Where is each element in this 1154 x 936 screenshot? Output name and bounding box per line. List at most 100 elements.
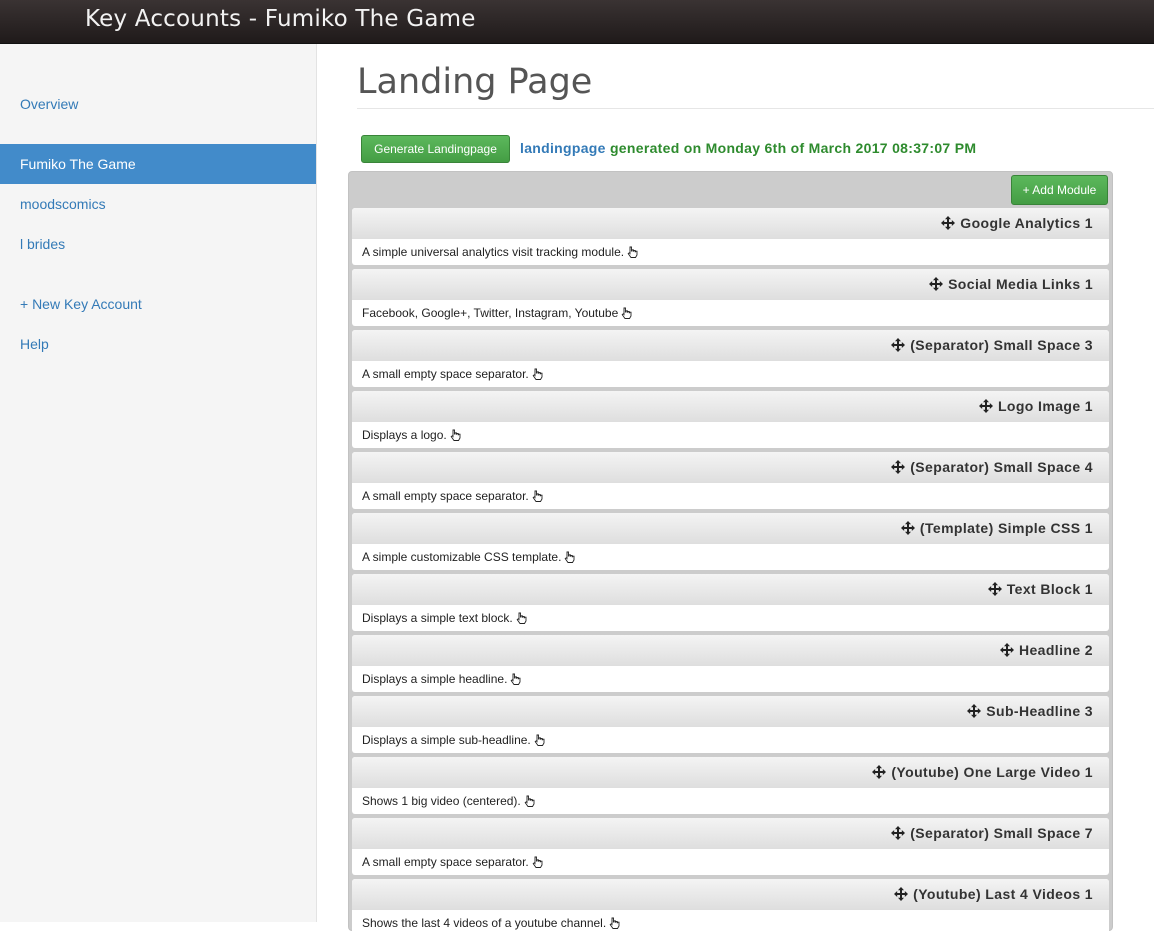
move-icon[interactable] bbox=[891, 826, 906, 840]
module-header[interactable]: (Separator) Small Space 3 bbox=[352, 330, 1109, 361]
module-title-text: Logo Image 1 bbox=[997, 398, 1093, 414]
pointing-hand-icon[interactable] bbox=[510, 668, 521, 685]
generate-landingpage-button[interactable]: Generate Landingpage bbox=[361, 135, 510, 163]
module-header[interactable]: (Separator) Small Space 4 bbox=[352, 452, 1109, 483]
module-card: (Youtube) One Large Video 1 Shows 1 big v… bbox=[352, 757, 1109, 814]
module-title-text: (Separator) Small Space 3 bbox=[910, 337, 1093, 353]
module-header[interactable]: Logo Image 1 bbox=[352, 391, 1109, 422]
module-title-text: (Separator) Small Space 4 bbox=[910, 459, 1093, 475]
module-title-text: Text Block 1 bbox=[1006, 581, 1093, 597]
module-title[interactable]: (Separator) Small Space 7 bbox=[891, 825, 1093, 841]
sidebar-item-new-key-account[interactable]: + New Key Account bbox=[0, 284, 316, 324]
module-title[interactable]: (Separator) Small Space 3 bbox=[891, 337, 1093, 353]
pointing-hand-icon[interactable] bbox=[532, 485, 543, 502]
module-description: A small empty space separator. bbox=[352, 361, 1109, 387]
module-header[interactable]: (Youtube) One Large Video 1 bbox=[352, 757, 1109, 788]
module-title-text: (Template) Simple CSS 1 bbox=[919, 520, 1093, 536]
module-description: Displays a simple text block. bbox=[352, 605, 1109, 631]
module-title-text: Social Media Links 1 bbox=[948, 276, 1093, 292]
landingpage-link[interactable]: landingpage bbox=[520, 140, 606, 156]
move-icon[interactable] bbox=[891, 460, 906, 474]
module-description-text: Facebook, Google+, Twitter, Instagram, Y… bbox=[362, 306, 619, 320]
sidebar-item-overview[interactable]: Overview bbox=[0, 84, 316, 124]
page-title: Landing Page bbox=[357, 62, 593, 102]
module-title[interactable]: (Template) Simple CSS 1 bbox=[900, 520, 1093, 536]
module-title[interactable]: Google Analytics 1 bbox=[941, 215, 1093, 231]
module-title[interactable]: Logo Image 1 bbox=[978, 398, 1093, 414]
move-icon[interactable] bbox=[872, 765, 887, 779]
move-icon[interactable] bbox=[987, 582, 1002, 596]
move-icon[interactable] bbox=[929, 277, 944, 291]
move-icon[interactable] bbox=[978, 399, 993, 413]
pointing-hand-icon[interactable] bbox=[524, 790, 535, 807]
move-icon[interactable] bbox=[967, 704, 982, 718]
move-icon[interactable] bbox=[894, 887, 909, 901]
module-description: Shows 1 big video (centered). bbox=[352, 788, 1109, 814]
module-description: A small empty space separator. bbox=[352, 849, 1109, 875]
module-card: (Template) Simple CSS 1 A simple customiz… bbox=[352, 513, 1109, 570]
move-icon[interactable] bbox=[891, 338, 906, 352]
top-navbar: Key Accounts - Fumiko The Game bbox=[0, 0, 1154, 44]
pointing-hand-icon[interactable] bbox=[532, 363, 543, 380]
module-list: + Add Module Google Analytics 1 A simple … bbox=[348, 171, 1113, 936]
module-description-text: A small empty space separator. bbox=[362, 489, 529, 503]
module-title[interactable]: Social Media Links 1 bbox=[929, 276, 1093, 292]
pointing-hand-icon[interactable] bbox=[564, 546, 575, 563]
pointing-hand-icon[interactable] bbox=[532, 851, 543, 868]
sidebar-item-moodscomics[interactable]: moodscomics bbox=[0, 184, 316, 224]
module-title[interactable]: (Separator) Small Space 4 bbox=[891, 459, 1093, 475]
module-title[interactable]: Sub-Headline 3 bbox=[967, 703, 1093, 719]
module-title[interactable]: (Youtube) Last 4 Videos 1 bbox=[894, 886, 1093, 902]
module-header[interactable]: Google Analytics 1 bbox=[352, 208, 1109, 239]
pointing-hand-icon[interactable] bbox=[609, 912, 620, 929]
sidebar-item-l-brides[interactable]: l brides bbox=[0, 224, 316, 264]
module-header[interactable]: (Youtube) Last 4 Videos 1 bbox=[352, 879, 1109, 910]
module-card: Text Block 1 Displays a simple text block… bbox=[352, 574, 1109, 631]
sidebar-item-fumiko-the-game[interactable]: Fumiko The Game bbox=[0, 144, 316, 184]
module-title-text: Google Analytics 1 bbox=[960, 215, 1093, 231]
add-module-button[interactable]: + Add Module bbox=[1011, 175, 1108, 205]
module-header[interactable]: Headline 2 bbox=[352, 635, 1109, 666]
pointing-hand-icon[interactable] bbox=[621, 302, 632, 319]
module-card: Google Analytics 1 A simple universal ana… bbox=[352, 208, 1109, 265]
module-description: Displays a logo. bbox=[352, 422, 1109, 448]
module-title[interactable]: (Youtube) One Large Video 1 bbox=[872, 764, 1093, 780]
module-card: (Youtube) Last 4 Videos 1 Shows the last … bbox=[352, 879, 1109, 936]
module-description-text: Displays a simple headline. bbox=[362, 672, 508, 686]
module-header[interactable]: (Template) Simple CSS 1 bbox=[352, 513, 1109, 544]
module-title[interactable]: Text Block 1 bbox=[987, 581, 1093, 597]
module-title-text: (Youtube) One Large Video 1 bbox=[891, 764, 1093, 780]
module-description-text: Shows the last 4 videos of a youtube cha… bbox=[362, 916, 607, 930]
move-icon[interactable] bbox=[941, 216, 956, 230]
pointing-hand-icon[interactable] bbox=[534, 729, 545, 746]
pointing-hand-icon[interactable] bbox=[627, 241, 638, 258]
module-description-text: Displays a simple text block. bbox=[362, 611, 513, 625]
pointing-hand-icon[interactable] bbox=[450, 424, 461, 441]
module-card: Sub-Headline 3 Displays a simple sub-head… bbox=[352, 696, 1109, 753]
module-description-text: A small empty space separator. bbox=[362, 855, 529, 869]
main-content: Landing Page Generate Landingpage landin… bbox=[317, 44, 1154, 936]
sidebar-item-help[interactable]: Help bbox=[0, 324, 316, 364]
module-title-text: Headline 2 bbox=[1018, 642, 1093, 658]
title-divider bbox=[357, 108, 1154, 109]
app-title[interactable]: Key Accounts - Fumiko The Game bbox=[85, 6, 476, 32]
module-header[interactable]: Text Block 1 bbox=[352, 574, 1109, 605]
move-icon[interactable] bbox=[999, 643, 1014, 657]
module-title[interactable]: Headline 2 bbox=[999, 642, 1093, 658]
module-header[interactable]: (Separator) Small Space 7 bbox=[352, 818, 1109, 849]
module-header[interactable]: Sub-Headline 3 bbox=[352, 696, 1109, 727]
module-card: Social Media Links 1 Facebook, Google+, T… bbox=[352, 269, 1109, 326]
module-description: A small empty space separator. bbox=[352, 483, 1109, 509]
module-card: (Separator) Small Space 3 A small empty s… bbox=[352, 330, 1109, 387]
generation-status: landingpage generated on Monday 6th of M… bbox=[520, 140, 976, 156]
module-description-text: A simple customizable CSS template. bbox=[362, 550, 562, 564]
move-icon[interactable] bbox=[900, 521, 915, 535]
module-header[interactable]: Social Media Links 1 bbox=[352, 269, 1109, 300]
pointing-hand-icon[interactable] bbox=[516, 607, 527, 624]
module-card: (Separator) Small Space 7 A small empty s… bbox=[352, 818, 1109, 875]
module-description-text: A small empty space separator. bbox=[362, 367, 529, 381]
module-title-text: Sub-Headline 3 bbox=[986, 703, 1093, 719]
module-card: Headline 2 Displays a simple headline. bbox=[352, 635, 1109, 692]
module-description: Displays a simple sub-headline. bbox=[352, 727, 1109, 753]
generation-status-text: generated on Monday 6th of March 2017 08… bbox=[609, 140, 977, 156]
